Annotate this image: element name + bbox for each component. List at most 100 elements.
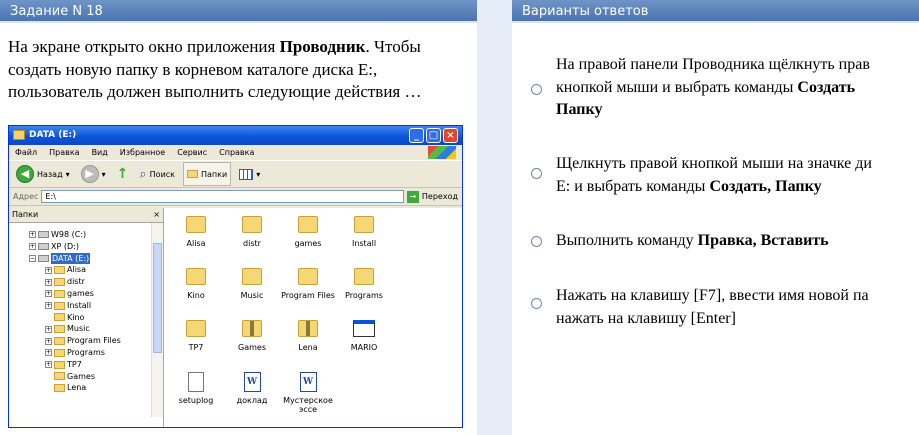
drive-icon bbox=[38, 254, 49, 262]
file-item: TP7 bbox=[166, 320, 226, 352]
tree-item: + Music bbox=[9, 323, 163, 335]
up-button: ↑ bbox=[114, 163, 132, 185]
answer-option-2[interactable]: Щелкнуть правой кнопкой мыши на значке д… bbox=[531, 155, 872, 195]
folder-icon bbox=[187, 170, 198, 178]
folder-icon bbox=[54, 348, 65, 357]
answer-text-3: Выполнить команду Правка, Вставить bbox=[556, 230, 829, 253]
go-arrow-icon: → bbox=[406, 190, 419, 203]
file-item: Install bbox=[334, 216, 394, 248]
explorer-content: Папки × + W98 (C:) + XP (D:) − DATA (E:) + Alis… bbox=[9, 208, 462, 427]
folder-icon bbox=[54, 278, 65, 287]
answer-option-4[interactable]: Нажать на клавишу [F7], ввести имя новой… bbox=[531, 287, 869, 327]
folder-icon bbox=[54, 301, 65, 310]
file-item: Alisa bbox=[166, 216, 226, 248]
question-part1: На экране открыто окно приложения bbox=[8, 37, 280, 56]
question-text: На экране открыто окно приложения Провод… bbox=[8, 36, 470, 104]
explorer-menubar: Файл Правка Вид Избранное Сервис Справка bbox=[9, 145, 462, 161]
drive-icon bbox=[38, 243, 49, 251]
chevron-down-icon: ▾ bbox=[101, 169, 106, 179]
expand-icon: + bbox=[45, 361, 52, 369]
answers-panel-header: Варианты ответов bbox=[512, 0, 919, 23]
answer-radio-4[interactable] bbox=[531, 298, 542, 309]
file-item-label: distr bbox=[243, 239, 261, 248]
answer-text-bold: Создать, Папку bbox=[709, 177, 822, 195]
word-document-icon: W bbox=[299, 372, 317, 392]
expand-icon: + bbox=[45, 278, 52, 286]
tree-item: + Programs bbox=[9, 347, 163, 359]
file-item: Games bbox=[222, 320, 282, 352]
tree-item-label: Music bbox=[67, 324, 90, 334]
answer-radio-1[interactable] bbox=[531, 84, 542, 95]
folder-icon bbox=[54, 360, 65, 369]
tree-item-label: distr bbox=[67, 277, 85, 287]
chevron-down-icon: ▾ bbox=[65, 169, 70, 179]
file-item: Programs bbox=[334, 268, 394, 300]
tree-item-label: games bbox=[67, 288, 94, 298]
answer-line: E: и выбрать команды Создать, Папку bbox=[556, 176, 872, 199]
answer-line: кнопкой мыши и выбрать команды Создать bbox=[556, 77, 870, 100]
tree-item-label: Alisa bbox=[67, 265, 86, 275]
file-item-label: Install bbox=[351, 239, 377, 248]
expand-icon: + bbox=[45, 290, 52, 298]
chevron-down-icon: ▾ bbox=[256, 169, 261, 179]
expand-icon: + bbox=[29, 231, 36, 239]
answer-option-1[interactable]: На правой панели Проводника щёлкнуть пра… bbox=[531, 56, 870, 118]
answer-text-part: Щелкнуть правой кнопкой мыши на значке д… bbox=[556, 155, 872, 172]
answer-radio-3[interactable] bbox=[531, 236, 542, 247]
answer-radio-2[interactable] bbox=[531, 168, 542, 179]
tree-item-label: W98 (C:) bbox=[51, 230, 87, 239]
tree-item: + distr bbox=[9, 276, 163, 288]
back-arrow-icon: ◀ bbox=[16, 165, 34, 183]
menu-edit: Правка bbox=[49, 148, 80, 157]
folder-icon bbox=[54, 384, 65, 393]
explorer-addressbar: Адрес E:\ → Переход bbox=[9, 188, 462, 206]
tree-item-label: Games bbox=[67, 371, 95, 381]
file-item: Program Files bbox=[278, 268, 338, 300]
search-label: Поиск bbox=[149, 169, 175, 179]
file-item-label: MARIO bbox=[350, 343, 378, 352]
answer-line: Папку bbox=[556, 99, 870, 122]
folders-button: Папки bbox=[183, 162, 232, 186]
tree-header: Папки × bbox=[9, 208, 163, 223]
file-item-label: Kino bbox=[187, 291, 205, 300]
folder-icon bbox=[186, 216, 206, 233]
minimize-icon: _ bbox=[409, 128, 424, 143]
file-item-label: Program Files bbox=[281, 291, 335, 300]
text-document-icon bbox=[188, 372, 204, 392]
menu-tools: Сервис bbox=[177, 148, 208, 157]
answer-text-part: E: и выбрать команды bbox=[556, 177, 710, 195]
file-item: Kino bbox=[166, 268, 226, 300]
answer-line: Выполнить команду Правка, Вставить bbox=[556, 230, 829, 253]
answer-text-4: Нажать на клавишу [F7], ввести имя новой… bbox=[556, 285, 869, 330]
file-list-pane: Alisa distr games Install Kino Music Program F… bbox=[164, 208, 462, 427]
file-item: setuplog bbox=[166, 372, 226, 405]
answer-text-part: кнопкой мыши и выбрать команды bbox=[556, 78, 798, 96]
file-item-label: TP7 bbox=[188, 343, 204, 352]
tree-item-label: Programs bbox=[67, 347, 105, 357]
tree-item-label: Kino bbox=[67, 312, 85, 322]
file-item-label: Games bbox=[238, 343, 266, 352]
answer-text-part: Нажать на клавишу [F7], ввести имя новой… bbox=[556, 287, 869, 304]
search-icon: ⌕ bbox=[139, 166, 147, 182]
folder-icon bbox=[54, 372, 65, 381]
panel-divider bbox=[477, 0, 512, 435]
answer-line: На правой панели Проводника щёлкнуть пра… bbox=[556, 54, 870, 77]
file-item: games bbox=[278, 216, 338, 248]
folder-tree: + W98 (C:) + XP (D:) − DATA (E:) + Alisa + distr +… bbox=[9, 223, 163, 394]
folder-icon bbox=[54, 289, 65, 298]
file-item: Lena bbox=[278, 320, 338, 352]
folder-icon bbox=[298, 268, 318, 285]
answer-option-3[interactable]: Выполнить команду Правка, Вставить bbox=[531, 232, 829, 249]
scrollbar-thumb bbox=[153, 243, 162, 353]
answer-line: нажать на клавишу [Enter] bbox=[556, 308, 869, 331]
file-item-label: Мустерское эссе bbox=[283, 396, 333, 414]
application-icon bbox=[353, 320, 375, 337]
file-item: W Мустерское эссе bbox=[278, 372, 338, 414]
menu-view: Вид bbox=[91, 148, 108, 157]
file-item-label: games bbox=[294, 239, 322, 248]
address-field: E:\ bbox=[41, 190, 404, 203]
tree-scrollbar bbox=[151, 223, 163, 417]
answer-text-bold: Правка, Вставить bbox=[697, 232, 829, 249]
tree-item: Kino bbox=[9, 312, 163, 324]
expand-icon: + bbox=[45, 349, 52, 357]
